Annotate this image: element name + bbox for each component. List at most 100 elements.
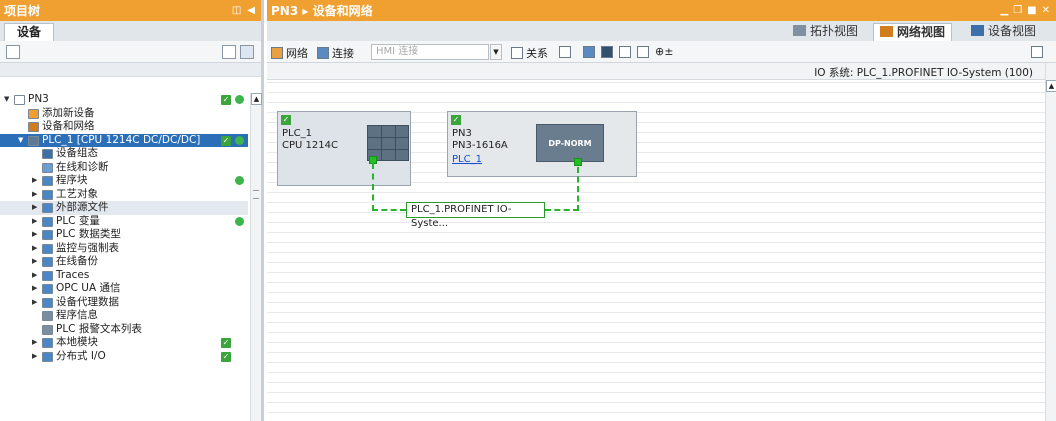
scroll-grip-icon[interactable] [253,190,259,199]
tree-item[interactable]: 设备和网络 [0,120,248,134]
table-icon[interactable] [637,46,649,58]
list-icon [42,324,53,335]
pn3-device[interactable]: ✓ PN3 PN3-1616A PLC_1 DP-NORM [447,111,637,177]
project-tree-panel: 项目树 ◫ ◀ 设备 ▼ PN3 ✓ 添加新设备 设备和网络 ▼ PLC_1 [CPU 12… [0,0,264,421]
status-check-icon: ✓ [221,135,231,146]
expand-right-icon[interactable]: ▶ [32,336,40,350]
expand-right-icon[interactable]: ▶ [32,255,40,269]
network-overview-icon[interactable] [1031,46,1043,58]
tree-scrollbar[interactable]: ▲ [250,93,262,421]
tree-item[interactable]: 设备组态 [0,147,248,161]
pn3-controller-link[interactable]: PLC_1 [452,154,482,166]
tree-item[interactable]: ▶ 分布式 I/O ✓ [0,350,248,364]
tree-item[interactable]: ▶ 本地模块 ✓ [0,336,248,350]
address-icon[interactable] [559,46,571,58]
online-status-icon [235,176,244,185]
tree-item[interactable]: ▼ PN3 ✓ [0,93,248,107]
plc-device[interactable]: ✓ PLC_1 CPU 1214C [277,111,411,186]
tree-item-label: 设备和网络 [42,120,95,132]
profinet-network-label[interactable]: PLC_1.PROFINET IO-Syste... [406,202,545,229]
zoom-icon[interactable]: ⊕± [655,45,673,58]
network-toolbar: 网络 连接 HMI 连接 ▼ 关系 ⊕± [267,41,1056,63]
tab-device-view[interactable]: 设备视图 [965,23,1042,41]
minimize-icon[interactable]: ▁ [1000,5,1008,16]
tree-item[interactable]: ▶ PLC 变量 [0,215,248,229]
tree-item[interactable]: ▶ 在线备份 [0,255,248,269]
relation-button[interactable]: 关系 [511,45,548,61]
expand-right-icon[interactable]: ▶ [32,350,40,364]
tab-topology-view[interactable]: 拓扑视图 [787,23,864,41]
plc-model: CPU 1214C [282,140,338,151]
tab-network-view[interactable]: 网络视图 [873,23,953,41]
network-canvas[interactable]: IO 系统: PLC_1.PROFINET IO-System (100) ✓ … [267,63,1045,421]
maximize-icon[interactable]: ■ [1027,5,1036,16]
expand-right-icon[interactable]: ▶ [32,269,40,283]
expand-right-icon[interactable]: ▶ [32,296,40,310]
tree-item[interactable]: 添加新设备 [0,107,248,121]
scroll-up-icon[interactable]: ▲ [251,93,262,105]
collapse-left-icon[interactable]: ◀ [247,5,255,16]
tab-devices[interactable]: 设备 [4,23,55,41]
grid-icon[interactable] [619,46,631,58]
tree-item[interactable]: ▼ PLC_1 [CPU 1214C DC/DC/DC] ✓ [0,133,248,148]
chevron-down-icon[interactable]: ▼ [490,44,502,60]
tree-item[interactable]: 程序信息 [0,309,248,323]
tree-item[interactable]: ▶ 外部源文件 [0,201,248,215]
expand-right-icon[interactable]: ▶ [32,242,40,256]
expand-down-icon[interactable]: ▼ [4,93,12,107]
tree-item[interactable]: ▶ 监控与强制表 [0,242,248,256]
plc-name: PLC_1 [282,128,312,139]
expand-right-icon[interactable]: ▶ [32,215,40,229]
expand-right-icon[interactable]: ▶ [32,201,40,215]
overview-icon[interactable] [6,45,20,59]
folder-icon [42,203,53,213]
tree-item-label: 本地模块 [56,336,98,348]
tree-header-separator [0,63,261,77]
float-icon[interactable]: ❐ [1013,5,1022,16]
tree-item-label: 外部源文件 [56,201,109,213]
online-status-icon [235,95,244,104]
align-icon[interactable] [583,46,595,58]
distribute-icon[interactable] [601,46,613,58]
network-button[interactable]: 网络 [271,45,308,61]
panel-layout-icon[interactable]: ◫ [232,5,241,16]
tree-item[interactable]: ▶ 工艺对象 [0,188,248,202]
connect-button[interactable]: 连接 [317,45,354,61]
tree-item[interactable]: ▶ 程序块 [0,174,248,188]
tree-item-label: 在线和诊断 [56,160,109,173]
status-check-icon: ✓ [221,351,231,362]
expand-down-icon[interactable]: ▼ [18,134,26,148]
expand-right-icon[interactable]: ▶ [32,282,40,296]
device-config-icon [42,149,53,159]
network-icon [271,47,283,59]
pn3-name: PN3 [452,128,472,139]
expand-right-icon[interactable]: ▶ [32,188,40,202]
profinet-port-icon[interactable] [574,158,582,166]
dp-norm-module: DP-NORM [536,124,604,162]
canvas-scrollbar[interactable]: ▲ [1045,63,1056,421]
split-view-icon[interactable] [240,45,254,59]
tree-item[interactable]: 在线和诊断 [0,161,248,175]
network-line [372,209,406,211]
plc-icon [28,135,39,146]
close-icon[interactable]: ✕ [1042,5,1050,16]
folder-icon [42,230,53,240]
view-tabs: 拓扑视图 网络视图 设备视图 [267,21,1056,41]
expand-right-icon[interactable]: ▶ [32,228,40,242]
network-icon [28,122,39,132]
tree-item[interactable]: PLC 报警文本列表 [0,323,248,337]
scroll-up-icon[interactable]: ▲ [1046,80,1056,92]
tree-item[interactable]: ▶ PLC 数据类型 [0,228,248,242]
expand-right-icon[interactable]: ▶ [32,174,40,188]
tree-item-label: 设备组态 [56,147,98,159]
tree-item-label: 程序块 [56,174,88,186]
tree-item[interactable]: ▶ OPC UA 通信 [0,282,248,296]
list-view-icon[interactable] [222,45,236,59]
hmi-connection-select[interactable]: HMI 连接 [371,44,489,60]
online-status-icon [235,135,244,145]
tree-item[interactable]: ▶ Traces [0,269,248,283]
relation-icon [511,47,523,59]
tree-item-label: 分布式 I/O [56,349,106,362]
tree-item[interactable]: ▶ 设备代理数据 [0,296,248,310]
tree-item-label: 程序信息 [56,309,98,321]
